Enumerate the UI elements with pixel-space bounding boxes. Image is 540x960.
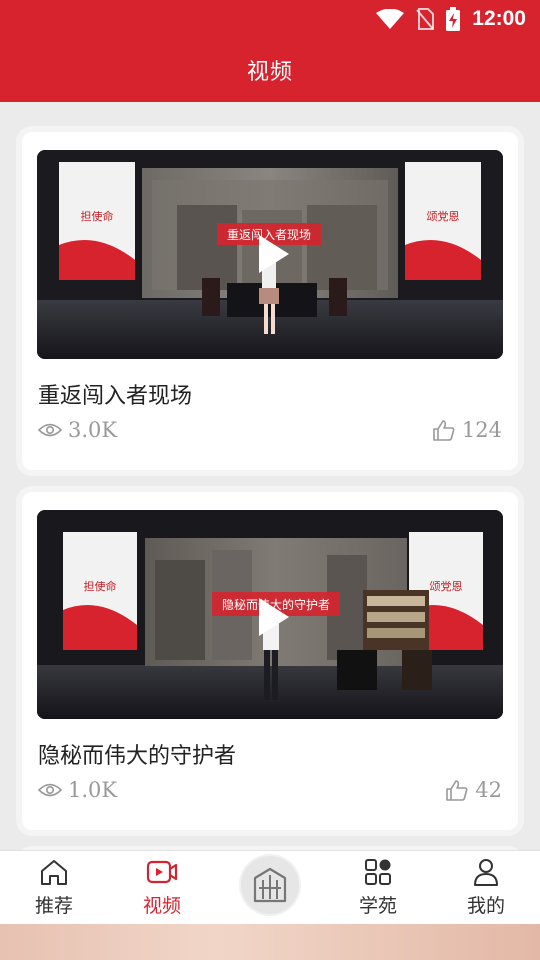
video-thumbnail[interactable]: 重返闯入者现场 担使命 颂党恩 — [37, 150, 503, 359]
banner-text: 重返闯入者现场 — [227, 227, 311, 242]
like-count[interactable]: 124 — [432, 418, 502, 442]
video-icon — [146, 860, 178, 884]
stage-scene-image: 重返闯入者现场 担使命 颂党恩 — [37, 150, 503, 359]
battery-charging-icon — [446, 7, 461, 31]
app-header: 视频 — [0, 38, 540, 102]
background-strip — [0, 924, 540, 960]
tab-label: 视频 — [142, 895, 181, 917]
video-title[interactable]: 隐秘而伟大的守护者 — [38, 738, 236, 770]
status-bar: 12:00 — [0, 0, 540, 38]
left-sign-text: 担使命 — [81, 209, 114, 223]
video-stats: 3.0K 124 — [38, 415, 502, 445]
status-time: 12:00 — [472, 7, 526, 30]
center-emblem-button[interactable] — [241, 855, 299, 914]
emblem-icon — [253, 867, 287, 902]
video-card[interactable]: 重返闯入者现场 担使命 颂党恩 重返闯入者现场 3.0K 124 — [22, 132, 518, 470]
video-stats: 1.0K 42 — [38, 775, 502, 805]
no-sim-icon — [416, 8, 435, 30]
eye-icon — [38, 423, 62, 437]
video-thumbnail[interactable]: 隐秘而伟大的守护者 担使命 颂党恩 — [37, 510, 503, 719]
tab-label: 学苑 — [358, 895, 397, 917]
thumbs-up-icon[interactable] — [432, 419, 456, 441]
tab-academy[interactable]: 学苑 — [324, 857, 432, 918]
video-list[interactable]: 重返闯入者现场 担使命 颂党恩 重返闯入者现场 3.0K 124 隐秘而伟大的守… — [0, 102, 540, 850]
view-count-value: 1.0K — [68, 778, 118, 802]
home-icon — [41, 860, 67, 885]
tab-center-emblem[interactable] — [216, 855, 324, 914]
left-sign-text: 担使命 — [84, 579, 117, 593]
thumbs-up-icon[interactable] — [445, 779, 469, 801]
profile-icon — [474, 859, 498, 886]
eye-icon — [38, 783, 62, 797]
tab-video[interactable]: 视频 — [108, 857, 216, 918]
video-title[interactable]: 重返闯入者现场 — [38, 378, 192, 410]
apps-icon — [365, 859, 391, 885]
right-sign-text: 颂党恩 — [427, 210, 460, 223]
tab-recommend[interactable]: 推荐 — [0, 857, 108, 918]
page-title: 视频 — [246, 60, 293, 85]
view-count: 1.0K — [38, 778, 117, 802]
bottom-tab-bar: 推荐 视频 学苑 我的 — [0, 850, 540, 924]
view-count-value: 3.0K — [68, 418, 118, 442]
right-sign-text: 颂党恩 — [430, 580, 463, 593]
wifi-icon — [376, 9, 405, 29]
like-count-value: 42 — [475, 778, 502, 802]
tab-label: 我的 — [466, 895, 505, 917]
like-count-value: 124 — [461, 418, 502, 442]
stage-scene-image: 隐秘而伟大的守护者 担使命 颂党恩 — [37, 510, 503, 719]
tab-label: 推荐 — [34, 895, 73, 917]
video-card[interactable]: 隐秘而伟大的守护者 担使命 颂党恩 隐秘而伟大的守护者 1.0K 42 — [22, 492, 518, 830]
tab-profile[interactable]: 我的 — [432, 857, 540, 918]
like-count[interactable]: 42 — [445, 778, 502, 802]
view-count: 3.0K — [38, 418, 117, 442]
